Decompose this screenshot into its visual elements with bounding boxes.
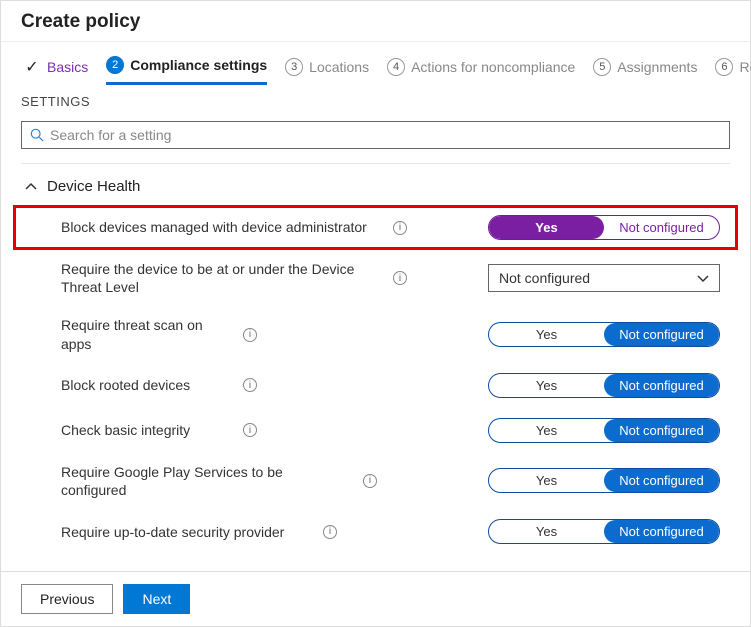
toggle-threat-scan[interactable]: Yes Not configured — [488, 322, 720, 347]
toggle-option-yes[interactable]: Yes — [489, 419, 604, 442]
tab-basics[interactable]: ✓ Basics — [23, 58, 88, 84]
tab-compliance-settings[interactable]: 2 Compliance settings — [106, 56, 267, 85]
toggle-option-not-configured[interactable]: Not configured — [604, 374, 719, 397]
search-icon — [30, 128, 44, 142]
search-input-container[interactable] — [21, 121, 730, 149]
toggle-rooted-devices[interactable]: Yes Not configured — [488, 373, 720, 398]
previous-button[interactable]: Previous — [21, 584, 113, 614]
settings-rows: Block devices managed with device admini… — [1, 205, 750, 562]
page-title: Create policy — [1, 1, 750, 42]
toggle-option-yes[interactable]: Yes — [489, 216, 604, 239]
wizard-tabs: ✓ Basics 2 Compliance settings 3 Locatio… — [1, 42, 750, 86]
next-button[interactable]: Next — [123, 584, 190, 614]
tab-label: Locations — [309, 59, 369, 75]
footer-bar: Previous Next — [1, 571, 750, 626]
setting-label: Require up-to-date security provider — [61, 523, 311, 541]
toggle-play-services[interactable]: Yes Not configured — [488, 468, 720, 493]
info-icon[interactable]: i — [243, 378, 257, 392]
setting-label: Require Google Play Services to be confi… — [61, 463, 351, 499]
row-threat-scan: Require threat scan on apps i Yes Not co… — [13, 306, 738, 362]
setting-label: Block devices managed with device admini… — [61, 218, 381, 236]
row-block-device-admin: Block devices managed with device admini… — [13, 205, 738, 250]
tab-label: Assignments — [617, 59, 697, 75]
toggle-option-yes[interactable]: Yes — [489, 323, 604, 346]
info-icon[interactable]: i — [393, 221, 407, 235]
info-icon[interactable]: i — [363, 474, 377, 488]
step-number: 4 — [387, 58, 405, 76]
setting-label: Check basic integrity — [61, 421, 231, 439]
step-number: 6 — [715, 58, 733, 76]
section-device-health[interactable]: Device Health — [1, 164, 750, 205]
toggle-basic-integrity[interactable]: Yes Not configured — [488, 418, 720, 443]
chevron-down-icon — [697, 272, 709, 284]
row-rooted-devices: Block rooted devices i Yes Not configure… — [13, 363, 738, 408]
toggle-option-yes[interactable]: Yes — [489, 520, 604, 543]
step-number: 2 — [106, 56, 124, 74]
checkmark-icon: ✓ — [23, 58, 41, 76]
row-basic-integrity: Check basic integrity i Yes Not configur… — [13, 408, 738, 453]
step-number: 3 — [285, 58, 303, 76]
tab-review[interactable]: 6 Review — [715, 58, 751, 84]
toggle-security-provider[interactable]: Yes Not configured — [488, 519, 720, 544]
tab-label: Basics — [47, 59, 88, 75]
toggle-option-not-configured[interactable]: Not configured — [604, 216, 719, 239]
toggle-option-yes[interactable]: Yes — [489, 469, 604, 492]
row-threat-level: Require the device to be at or under the… — [13, 250, 738, 306]
info-icon[interactable]: i — [243, 423, 257, 437]
setting-label: Require threat scan on apps — [61, 316, 231, 352]
dropdown-value: Not configured — [499, 270, 590, 286]
dropdown-threat-level[interactable]: Not configured — [488, 264, 720, 292]
chevron-up-icon — [25, 181, 37, 193]
tab-label: Compliance settings — [130, 57, 267, 73]
toggle-option-not-configured[interactable]: Not configured — [604, 419, 719, 442]
toggle-option-not-configured[interactable]: Not configured — [604, 520, 719, 543]
setting-label: Require the device to be at or under the… — [61, 260, 381, 296]
info-icon[interactable]: i — [243, 328, 257, 342]
step-number: 5 — [593, 58, 611, 76]
section-title: Device Health — [47, 178, 140, 195]
tab-actions-noncompliance[interactable]: 4 Actions for noncompliance — [387, 58, 575, 84]
row-security-provider: Require up-to-date security provider i Y… — [13, 509, 738, 554]
tab-label: Review — [739, 59, 751, 75]
toggle-option-not-configured[interactable]: Not configured — [604, 323, 719, 346]
tab-label: Actions for noncompliance — [411, 59, 575, 75]
toggle-block-device-admin[interactable]: Yes Not configured — [488, 215, 720, 240]
toggle-option-not-configured[interactable]: Not configured — [604, 469, 719, 492]
tab-locations[interactable]: 3 Locations — [285, 58, 369, 84]
info-icon[interactable]: i — [323, 525, 337, 539]
toggle-option-yes[interactable]: Yes — [489, 374, 604, 397]
setting-label: Block rooted devices — [61, 376, 231, 394]
tab-assignments[interactable]: 5 Assignments — [593, 58, 697, 84]
row-play-services: Require Google Play Services to be confi… — [13, 453, 738, 509]
info-icon[interactable]: i — [393, 271, 407, 285]
search-input[interactable] — [50, 127, 721, 143]
settings-heading: SETTINGS — [1, 86, 750, 121]
